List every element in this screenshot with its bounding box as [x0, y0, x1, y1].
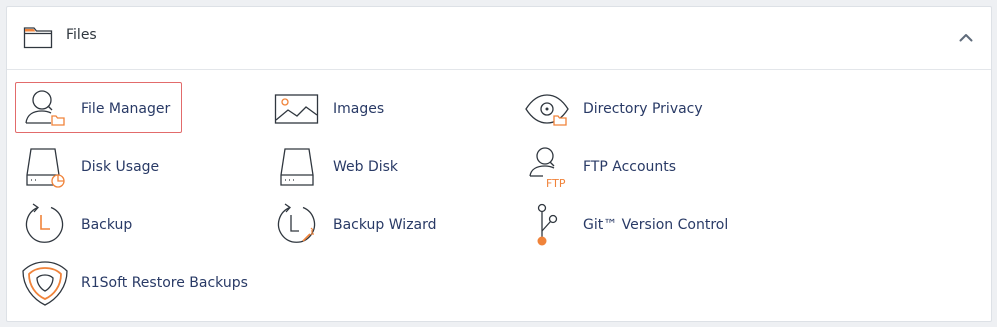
item-label: Backup: [81, 217, 133, 233]
item-label: R1Soft Restore Backups: [81, 275, 248, 291]
item-label: Disk Usage: [81, 159, 160, 175]
panel-header[interactable]: Files: [7, 7, 991, 70]
item-label: Images: [333, 101, 385, 117]
chevron-up-icon[interactable]: [957, 29, 975, 47]
ftp-accounts-icon: FTP: [529, 147, 566, 190]
section-title: Files: [66, 27, 97, 43]
item-label: Backup Wizard: [333, 217, 437, 233]
item-label: Web Disk: [333, 159, 399, 175]
ftp-badge: FTP: [546, 177, 566, 190]
images-icon: [274, 94, 319, 124]
backup-icon: [25, 203, 64, 243]
web-disk-icon: [280, 148, 314, 186]
files-panel: Files File Manager Images Directory Priv…: [6, 6, 992, 322]
git-version-control-icon: [537, 203, 558, 246]
file-manager-icon: [25, 90, 65, 126]
item-label: File Manager: [81, 101, 171, 117]
item-label: Git™ Version Control: [583, 217, 729, 233]
backup-wizard-icon: [277, 203, 316, 243]
r1soft-restore-icon: [22, 261, 68, 306]
item-label: FTP Accounts: [583, 159, 677, 175]
directory-privacy-icon: [525, 94, 569, 126]
folder-icon: [23, 27, 53, 49]
item-label: Directory Privacy: [583, 101, 703, 117]
disk-usage-icon: [26, 148, 65, 188]
